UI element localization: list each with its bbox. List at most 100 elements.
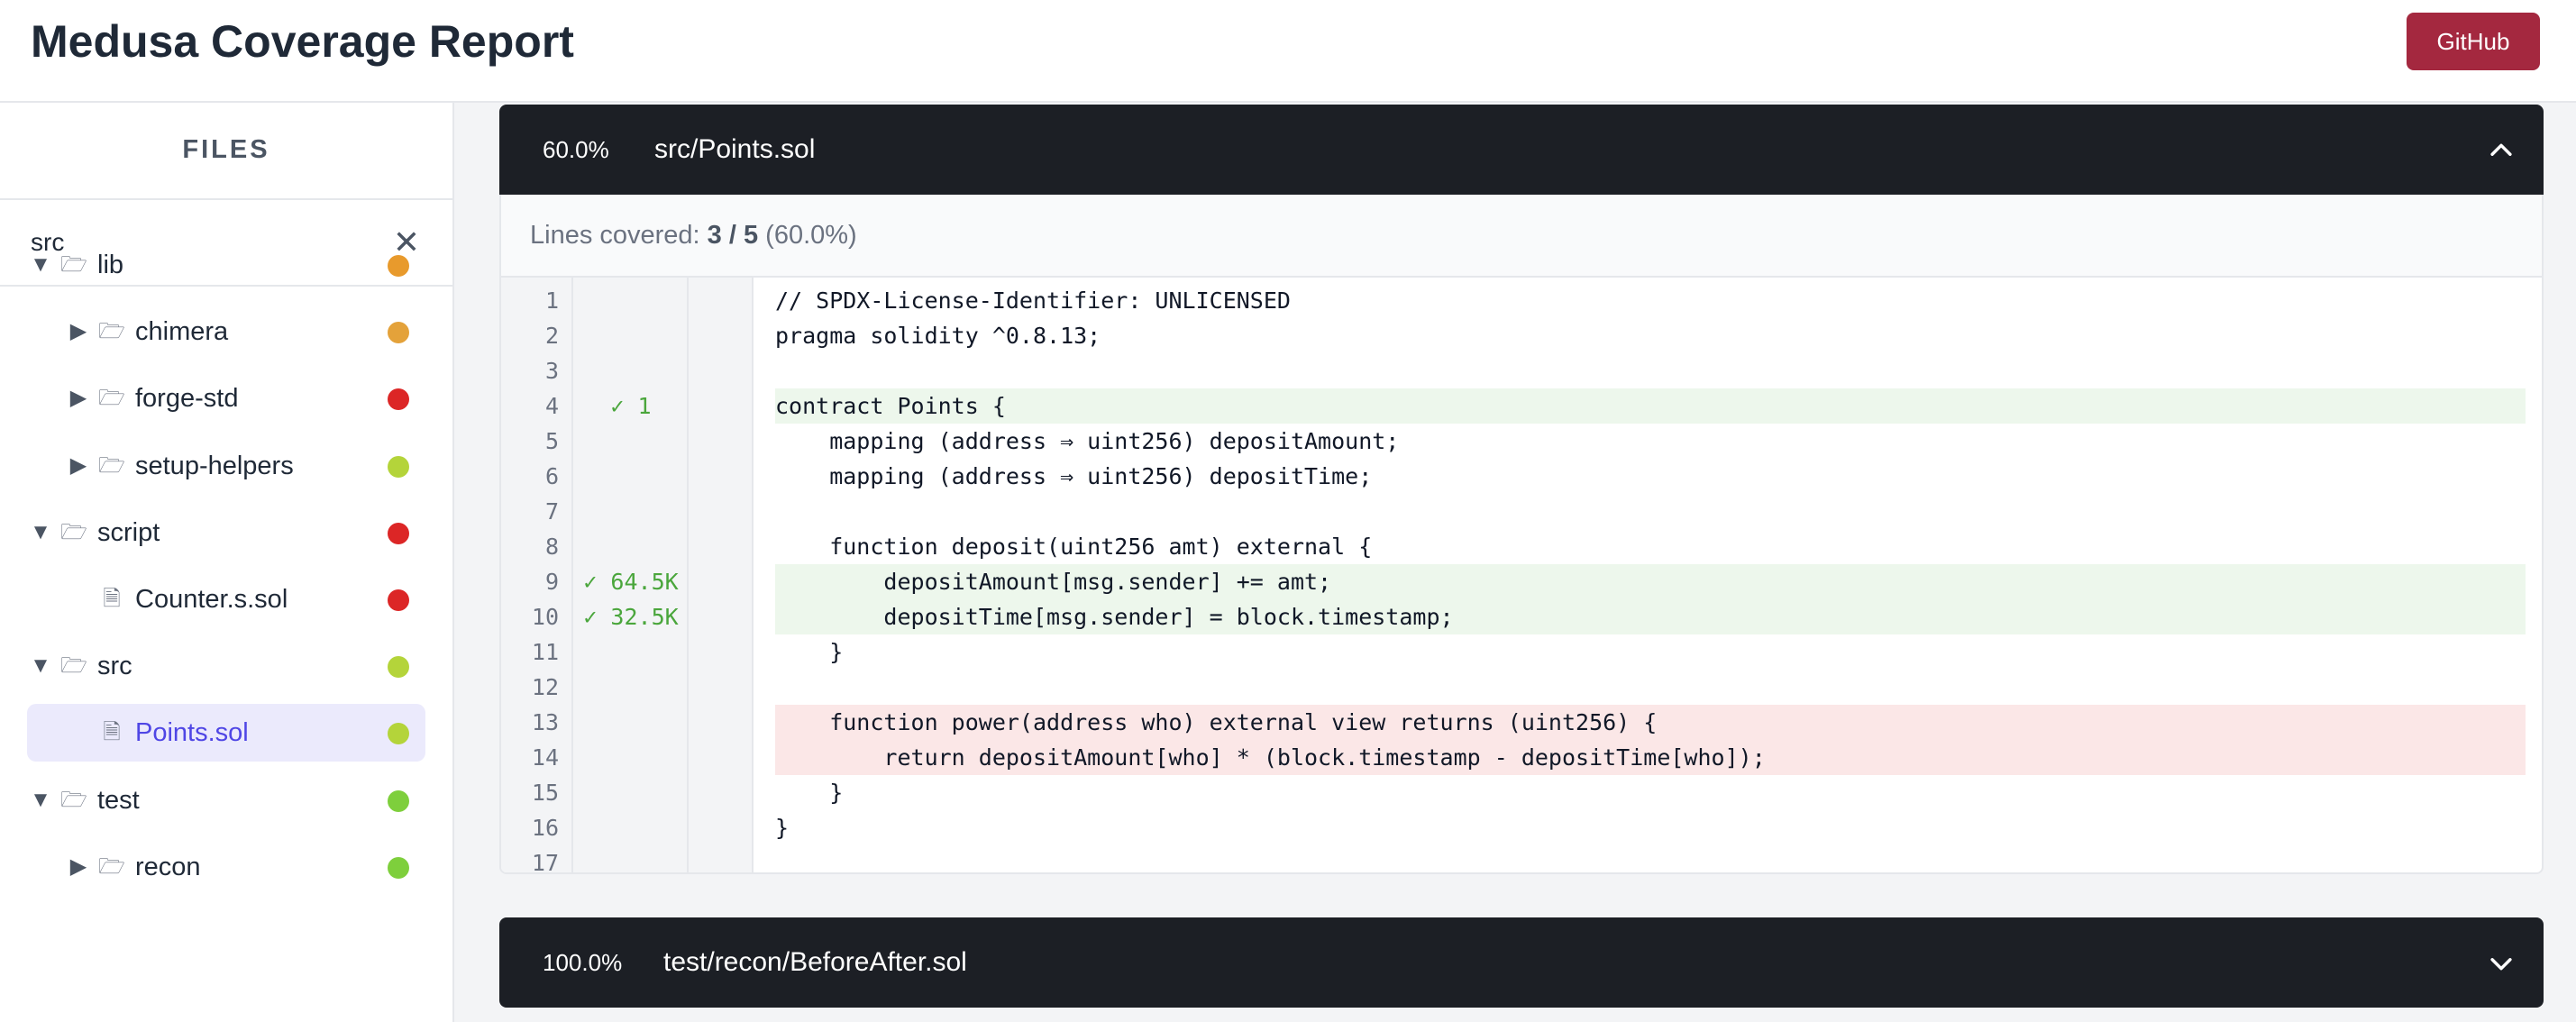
code-text: depositTime[msg.sender] = block.timestam… [775,604,1454,630]
chevron-up-icon[interactable] [2486,135,2517,166]
caret-down-icon[interactable]: ▼ [27,771,54,829]
code-text: // SPDX-License-Identifier: UNLICENSED [775,287,1291,314]
code-line: 17 [501,845,2542,874]
tree-item-label: chimera [135,317,229,346]
code-line: 3 [501,353,2542,388]
tree-item-label: src [97,652,132,680]
line-number: 2 [544,323,559,349]
tree-item-label: forge-std [135,384,239,413]
coverage-status-dot [388,523,409,544]
line-number: 6 [544,463,559,489]
line-number: 1 [544,287,559,314]
hit-count [573,353,689,388]
line-number: 10 [531,604,559,630]
caret-right-icon[interactable]: ▶ [65,437,92,495]
file-icon: 🗎 [103,587,121,611]
file-panel-header[interactable]: 100.0% test/recon/BeforeAfter.sol [499,917,2544,1008]
hit-count [573,634,689,670]
file-coverage-percent: 60.0% [543,136,609,163]
file-panel-body: Lines covered: 3 / 5 (60.0%) 1 // SPDX-Li… [499,195,2544,874]
code-text: } [775,815,790,841]
github-button[interactable]: GitHub [2407,13,2540,70]
tree-item-label: script [97,518,160,547]
line-number: 16 [531,815,559,841]
covered-line-highlight [775,388,2526,424]
coverage-status-dot [388,456,409,478]
tree-folder[interactable]: ▼ 🗁 src [27,637,425,695]
tree-item-label: Counter.s.sol [135,585,288,614]
summary-suffix: (60.0%) [758,221,857,250]
code-text: function deposit(uint256 amt) external { [775,534,1373,560]
tree-folder[interactable]: ▼ 🗁 lib [27,236,425,294]
tree-folder[interactable]: ▼ 🗁 script [27,504,425,561]
summary-prefix: Lines covered: [530,221,708,250]
caret-right-icon[interactable]: ▶ [65,370,92,427]
code-text: depositAmount[msg.sender] += amt; [775,569,1332,595]
tree-file[interactable]: 🗎 Points.sol [27,704,425,762]
file-panel-header[interactable]: 60.0% src/Points.sol [499,105,2544,195]
hit-count [573,494,689,529]
tree-item-label: recon [135,853,201,881]
tree-folder[interactable]: ▶ 🗁 chimera [27,303,425,360]
folder-icon: 🗁 [98,453,125,478]
app-title: Medusa Coverage Report [31,16,574,67]
code-line: 1 // SPDX-License-Identifier: UNLICENSED [501,283,2542,318]
files-heading: FILES [182,135,270,164]
hit-count [573,810,689,845]
code-line: 5 mapping (address ⇒ uint256) depositAmo… [501,424,2542,459]
code-line: 9 ✓ 64.5K depositAmount[msg.sender] += am… [501,564,2542,599]
code-line: 10 ✓ 32.5K depositTime[msg.sender] = bloc… [501,599,2542,634]
code-text: } [775,780,844,806]
tree-item-label: setup-helpers [135,452,294,480]
code-line: 6 mapping (address ⇒ uint256) depositTim… [501,459,2542,494]
tree-folder[interactable]: ▶ 🗁 setup-helpers [27,437,425,495]
code-line: 13 function power(address who) external … [501,705,2542,740]
line-number: 9 [544,569,559,595]
chevron-down-icon[interactable] [2486,948,2517,979]
coverage-status-dot [388,723,409,744]
hit-count: ✓ 64.5K [583,569,679,595]
coverage-status-dot [388,790,409,812]
file-path: src/Points.sol [654,134,816,164]
caret-down-icon[interactable]: ▼ [27,236,54,294]
hit-count [573,670,689,705]
caret-down-icon[interactable]: ▼ [27,637,54,695]
hit-count [573,740,689,775]
line-number: 8 [544,534,559,560]
line-number: 11 [531,639,559,665]
hit-count [573,318,689,353]
code-text: mapping (address ⇒ uint256) depositAmoun… [775,428,1400,454]
folder-icon: 🗁 [98,854,125,879]
caret-right-icon[interactable]: ▶ [65,303,92,360]
folder-icon: 🗁 [60,520,87,544]
coverage-status-dot [388,857,409,879]
hit-count: ✓ 32.5K [583,604,679,630]
hit-count [573,459,689,494]
folder-icon: 🗁 [60,653,87,678]
coverage-status-dot [388,388,409,410]
coverage-status-dot [388,255,409,277]
hit-count [573,283,689,318]
tree-folder[interactable]: ▼ 🗁 test [27,771,425,829]
file-path: test/recon/BeforeAfter.sol [663,947,967,977]
hit-count [573,775,689,810]
code-text: function power(address who) external vie… [775,709,1658,735]
line-number: 4 [544,393,559,419]
caret-right-icon[interactable]: ▶ [65,838,92,896]
line-number: 13 [531,709,559,735]
coverage-status-dot [388,322,409,343]
tree-item-label: test [97,786,140,815]
folder-icon: 🗁 [60,788,87,812]
hit-count: ✓ 1 [610,393,652,419]
app-header: Medusa Coverage Report GitHub [0,0,2576,103]
tree-folder[interactable]: ▶ 🗁 recon [27,838,425,896]
caret-down-icon[interactable]: ▼ [27,504,54,561]
line-number: 14 [531,744,559,771]
hit-count [573,424,689,459]
tree-file[interactable]: 🗎 Counter.s.sol [27,570,425,628]
code-text: pragma solidity ^0.8.13; [775,323,1101,349]
folder-icon: 🗁 [98,319,125,343]
line-number: 17 [531,850,559,874]
tree-folder[interactable]: ▶ 🗁 forge-std [27,370,425,427]
line-number: 12 [531,674,559,700]
